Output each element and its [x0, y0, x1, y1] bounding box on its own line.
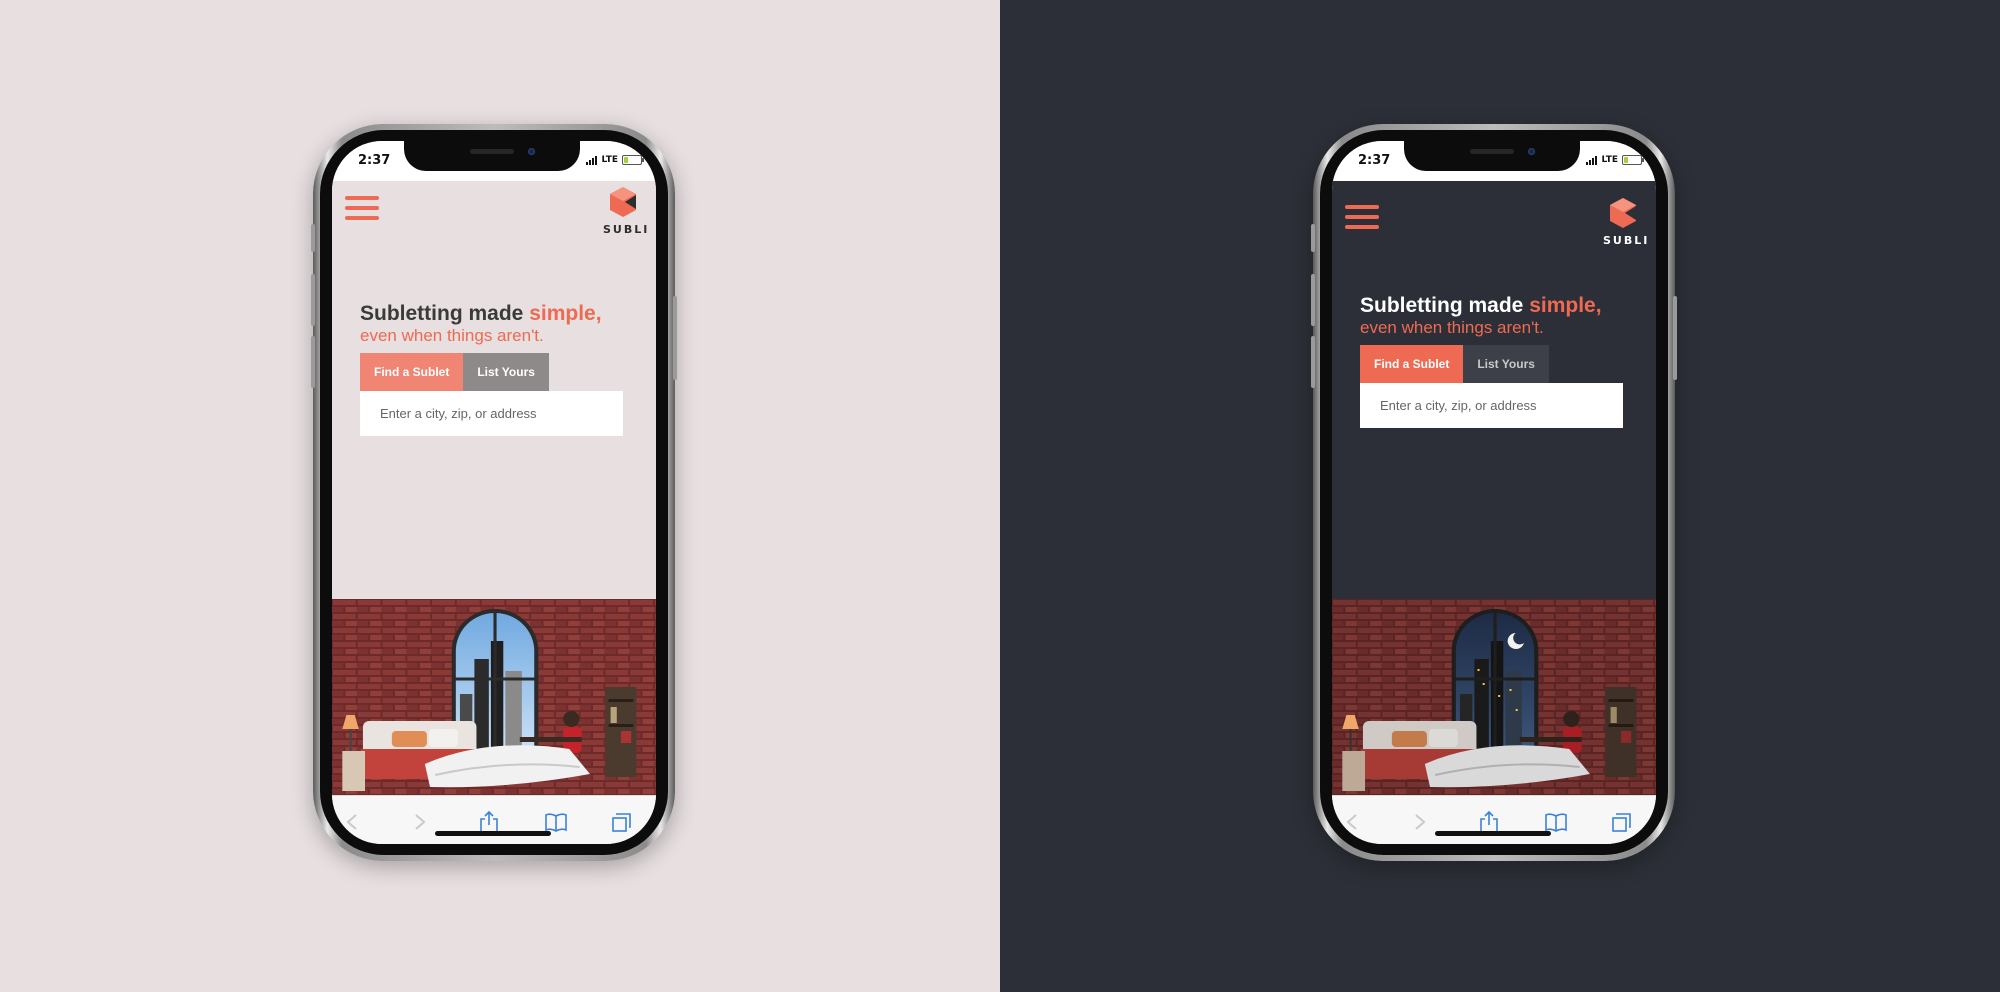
cube-logo-icon [1610, 198, 1636, 228]
speaker-grille [1470, 149, 1514, 154]
tab-list-yours[interactable]: List Yours [1463, 345, 1549, 383]
notch [404, 141, 580, 171]
status-time: 2:37 [358, 153, 391, 168]
cube-logo-icon [610, 187, 636, 217]
network-label: LTE [1601, 155, 1618, 165]
forward-icon[interactable] [1406, 808, 1434, 836]
hamburger-menu-icon[interactable] [1345, 205, 1379, 233]
power-button [673, 296, 677, 380]
volume-down-button [311, 336, 315, 388]
volume-up-button [1311, 274, 1315, 326]
home-indicator [435, 831, 551, 836]
battery-icon [622, 155, 644, 165]
app-page: SUBLI Subletting made simple, even when … [332, 181, 656, 599]
location-search-input[interactable] [1360, 383, 1623, 428]
hero-title-accent: simple, [529, 302, 602, 325]
light-mockup-panel: 2:37 LTE SUBLI Subletting made simple, e… [0, 0, 1000, 992]
logo-text: SUBLI [603, 223, 650, 236]
signal-icon [586, 155, 598, 165]
phone-frame-light: 2:37 LTE SUBLI Subletting made simple, e… [311, 124, 677, 861]
safari-toolbar [1332, 795, 1656, 844]
status-time: 2:37 [1358, 153, 1391, 168]
mute-switch [311, 224, 315, 252]
phone-frame-dark: 2:37 LTE SUBLI Subletting made simple, e… [1311, 124, 1677, 861]
network-label: LTE [601, 155, 618, 165]
hero-title-accent: simple, [1529, 294, 1602, 317]
signal-icon [1586, 155, 1598, 165]
subli-logo[interactable]: SUBLI [603, 186, 650, 236]
home-indicator [1435, 831, 1551, 836]
subli-logo[interactable]: SUBLI [1603, 197, 1650, 247]
battery-icon [1622, 155, 1644, 165]
status-indicators: LTE [1586, 155, 1644, 165]
tabs-icon[interactable] [1608, 808, 1636, 836]
dark-mockup-panel: 2:37 LTE SUBLI Subletting made simple, e… [1000, 0, 2000, 992]
hero-subtitle: even when things aren't. [1360, 318, 1544, 337]
tab-list-yours[interactable]: List Yours [463, 353, 549, 391]
status-indicators: LTE [586, 155, 644, 165]
volume-down-button [1311, 336, 1315, 388]
phone-screen: 2:37 LTE SUBLI Subletting made simple, e… [332, 141, 656, 844]
hero-headline: Subletting made simple, even when things… [360, 302, 650, 346]
power-button [1673, 296, 1677, 380]
forward-icon[interactable] [406, 808, 434, 836]
hero-title-text: Subletting made [360, 302, 530, 325]
mode-tabs: Find a Sublet List Yours [360, 353, 549, 391]
hero-headline: Subletting made simple, even when things… [1360, 294, 1650, 338]
hamburger-menu-icon[interactable] [345, 196, 379, 224]
front-camera [528, 148, 535, 155]
bedroom-night-scene [1332, 599, 1656, 795]
phone-screen: 2:37 LTE SUBLI Subletting made simple, e… [1332, 141, 1656, 844]
speaker-grille [470, 149, 514, 154]
hero-title-text: Subletting made [1360, 294, 1530, 317]
back-icon[interactable] [338, 808, 366, 836]
logo-text: SUBLI [1603, 234, 1650, 247]
hero-title: Subletting made simple, [360, 302, 650, 326]
mute-switch [1311, 224, 1315, 252]
app-page: SUBLI Subletting made simple, even when … [1332, 181, 1656, 599]
hero-title: Subletting made simple, [1360, 294, 1650, 318]
tab-find-a-sublet[interactable]: Find a Sublet [360, 353, 464, 391]
volume-up-button [311, 274, 315, 326]
phone-bezel: 2:37 LTE SUBLI Subletting made simple, e… [320, 130, 668, 855]
location-search-input[interactable] [360, 391, 623, 436]
notch [1404, 141, 1580, 171]
bedroom-day-scene [332, 599, 656, 795]
phone-bezel: 2:37 LTE SUBLI Subletting made simple, e… [1320, 130, 1668, 855]
back-icon[interactable] [1338, 808, 1366, 836]
hero-subtitle: even when things aren't. [360, 326, 544, 345]
mode-tabs: Find a Sublet List Yours [1360, 345, 1549, 383]
front-camera [1528, 148, 1535, 155]
tabs-icon[interactable] [608, 808, 636, 836]
tab-find-a-sublet[interactable]: Find a Sublet [1360, 345, 1464, 383]
safari-toolbar [332, 795, 656, 844]
